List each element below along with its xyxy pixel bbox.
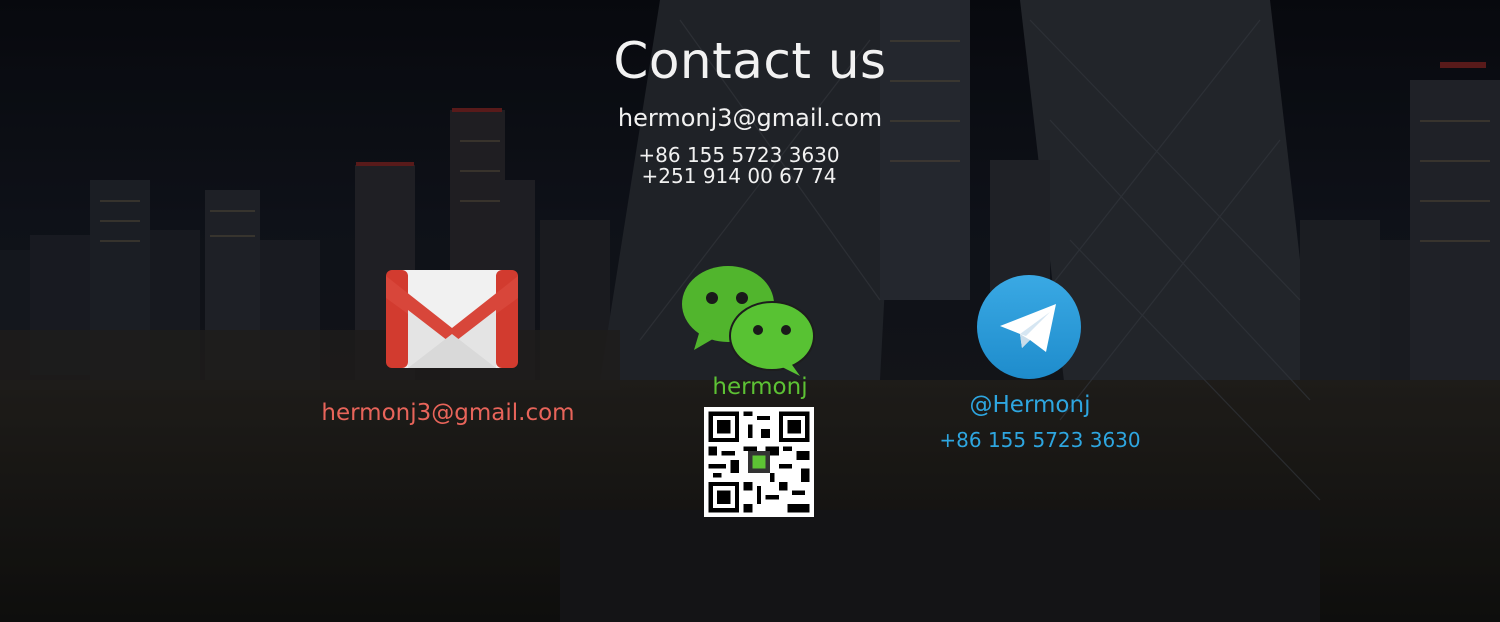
telegram-phone[interactable]: +86 155 5723 3630 — [900, 428, 1180, 452]
qr-code-icon[interactable] — [704, 407, 814, 517]
header-phone-1[interactable]: +86 155 5723 3630 — [0, 145, 1478, 165]
telegram-icon[interactable] — [976, 274, 1082, 380]
page-title: Contact us — [613, 32, 887, 90]
gmail-email-link[interactable]: hermonj3@gmail.com — [300, 400, 596, 426]
gmail-icon[interactable] — [386, 270, 518, 368]
header-phone-2[interactable]: +251 914 00 67 74 — [0, 166, 1478, 186]
header-email[interactable]: hermonj3@gmail.com — [0, 104, 1500, 132]
wechat-id[interactable]: hermonj — [680, 374, 840, 400]
telegram-handle[interactable]: @Hermonj — [900, 392, 1160, 418]
wechat-icon[interactable] — [680, 266, 820, 376]
